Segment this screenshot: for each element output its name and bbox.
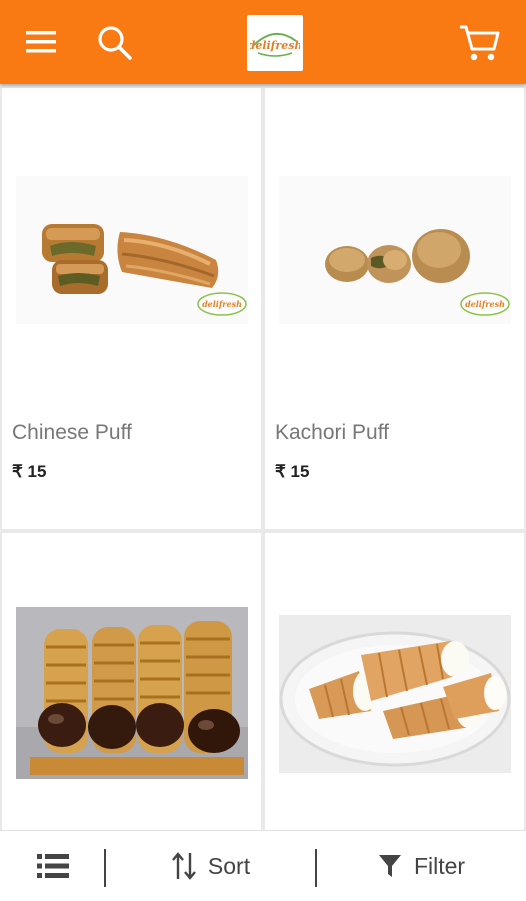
product-card[interactable]: delifresh Kachori Puff ₹ 15 bbox=[265, 88, 524, 529]
product-name: Kachori Puff bbox=[275, 421, 390, 444]
product-image: delifresh bbox=[279, 176, 511, 324]
filter-button[interactable]: Filter bbox=[317, 831, 526, 901]
product-card[interactable] bbox=[265, 533, 524, 833]
app-header: delifresh bbox=[0, 0, 526, 84]
product-card[interactable] bbox=[2, 533, 261, 833]
product-image bbox=[16, 607, 248, 779]
product-price: ₹ 15 bbox=[12, 462, 47, 481]
list-view-icon bbox=[36, 854, 69, 878]
delifresh-watermark-logo: delifresh bbox=[460, 292, 510, 316]
logo-text: delifresh bbox=[250, 39, 300, 52]
list-view-toggle-button[interactable] bbox=[0, 831, 105, 901]
product-card[interactable]: delifresh Chinese Puff ₹ 15 bbox=[2, 88, 261, 529]
product-price: ₹ 15 bbox=[275, 462, 310, 481]
shopping-cart-icon[interactable] bbox=[458, 23, 500, 63]
svg-text:delifresh: delifresh bbox=[465, 299, 505, 309]
sort-button[interactable]: Sort bbox=[106, 831, 316, 901]
product-name: Chinese Puff bbox=[12, 421, 132, 444]
delifresh-watermark-logo: delifresh bbox=[197, 292, 247, 316]
svg-text:delifresh: delifresh bbox=[202, 299, 242, 309]
product-image bbox=[279, 615, 511, 773]
bottom-action-bar: Sort Filter bbox=[0, 830, 526, 901]
brand-logo[interactable]: delifresh bbox=[247, 15, 303, 71]
hamburger-menu-icon[interactable] bbox=[26, 30, 56, 54]
search-icon[interactable] bbox=[96, 24, 134, 62]
sort-label: Sort bbox=[207, 852, 251, 879]
product-grid: delifresh Chinese Puff ₹ 15 delifresh Ka… bbox=[0, 86, 526, 833]
product-image: delifresh bbox=[16, 176, 248, 324]
filter-label: Filter bbox=[413, 852, 466, 879]
sort-arrows-icon bbox=[171, 852, 196, 880]
filter-funnel-icon bbox=[378, 855, 401, 877]
